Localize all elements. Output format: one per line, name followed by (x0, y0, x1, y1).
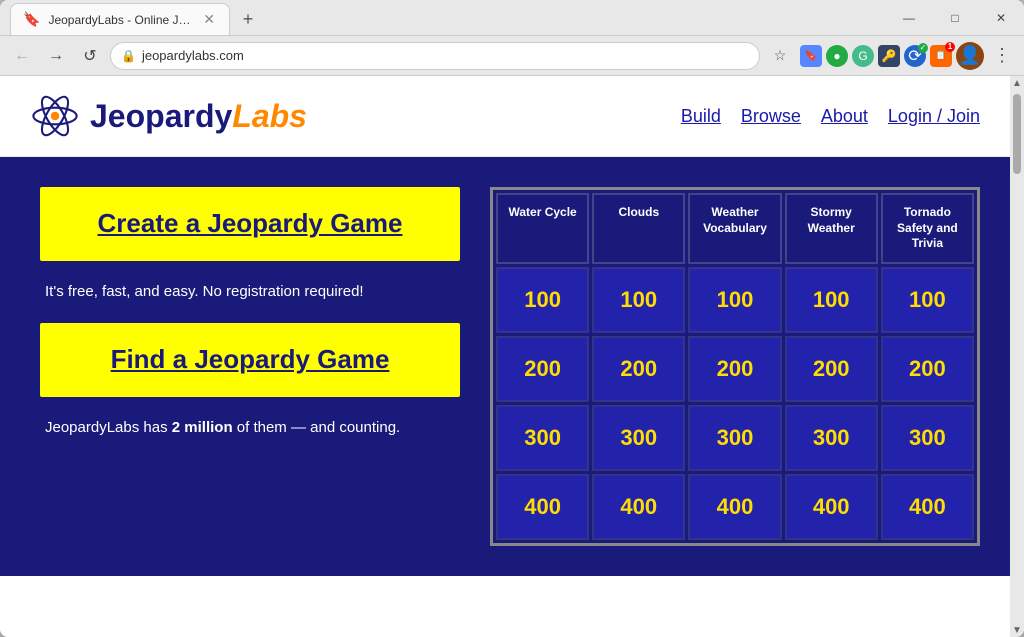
browser-window: 🔖 JeopardyLabs - Online Jeopardy ✕ + — □… (0, 0, 1024, 637)
board-category: Clouds (592, 193, 685, 264)
website: JeopardyLabs Build Browse About Login / … (0, 76, 1010, 637)
board-category: Stormy Weather (785, 193, 878, 264)
board-cell[interactable]: 300 (688, 405, 781, 471)
board-cell[interactable]: 300 (785, 405, 878, 471)
close-button[interactable]: ✕ (978, 0, 1024, 35)
lock-icon: 🔒 (121, 49, 136, 63)
logo-jeopardy: Jeopardy (90, 98, 232, 134)
find-game-desc: JeopardyLabs has 2 million of them — and… (40, 417, 460, 440)
nav-login[interactable]: Login / Join (888, 106, 980, 127)
find-game-label: Find a Jeopardy Game (111, 344, 390, 374)
ext-icon-4[interactable]: 🔑 (878, 45, 900, 67)
board-cell[interactable]: 400 (785, 474, 878, 540)
board-cell[interactable]: 200 (688, 336, 781, 402)
board-row: 400400400400400 (496, 474, 974, 540)
scrollbar-track[interactable]: ▲ ▼ (1010, 76, 1024, 637)
site-header: JeopardyLabs Build Browse About Login / … (0, 76, 1010, 157)
tab-close-icon[interactable]: ✕ (201, 9, 217, 30)
nav-about[interactable]: About (821, 106, 868, 127)
board-cell[interactable]: 300 (496, 405, 589, 471)
board-row: 300300300300300 (496, 405, 974, 471)
logo-area: JeopardyLabs (30, 91, 681, 141)
tabs-bar: 🔖 JeopardyLabs - Online Jeopardy ✕ + (0, 0, 1024, 35)
create-game-button[interactable]: Create a Jeopardy Game (40, 187, 460, 261)
board-cell[interactable]: 100 (688, 267, 781, 333)
nav-build[interactable]: Build (681, 106, 721, 127)
board-category: Weather Vocabulary (688, 193, 781, 264)
board-cell[interactable]: 100 (881, 267, 974, 333)
user-avatar[interactable]: 👤 (956, 42, 984, 70)
tab-label: JeopardyLabs - Online Jeopardy (48, 13, 193, 27)
board-category: Tornado Safety and Trivia (881, 193, 974, 264)
address-bar: ← → ↺ 🔒 jeopardylabs.com ☆ 🔖 ● G 🔑 ⟳ ✓ 📋… (0, 36, 1024, 76)
new-tab-button[interactable]: + (234, 5, 262, 33)
logo-text: JeopardyLabs (90, 98, 307, 135)
board-cell[interactable]: 100 (785, 267, 878, 333)
reload-button[interactable]: ↺ (76, 42, 104, 70)
board-cell[interactable]: 300 (592, 405, 685, 471)
find-game-button[interactable]: Find a Jeopardy Game (40, 323, 460, 397)
board-cell[interactable]: 400 (881, 474, 974, 540)
board-cell[interactable]: 200 (496, 336, 589, 402)
url-bar[interactable]: 🔒 jeopardylabs.com (110, 42, 760, 70)
scrollbar-down-arrow[interactable]: ▼ (1012, 623, 1022, 637)
board-category: Water Cycle (496, 193, 589, 264)
board-cell[interactable]: 400 (688, 474, 781, 540)
forward-button[interactable]: → (42, 42, 70, 70)
active-tab[interactable]: 🔖 JeopardyLabs - Online Jeopardy ✕ (10, 3, 230, 35)
ext-icon-3[interactable]: G (852, 45, 874, 67)
create-game-desc: It's free, fast, and easy. No registrati… (40, 281, 460, 304)
logo-icon (30, 91, 80, 141)
nav-browse[interactable]: Browse (741, 106, 801, 127)
board-cell[interactable]: 200 (881, 336, 974, 402)
board-cell[interactable]: 300 (881, 405, 974, 471)
maximize-button[interactable]: □ (932, 0, 978, 35)
board-row: 100100100100100 (496, 267, 974, 333)
window-controls: — □ ✕ (886, 0, 1024, 35)
board-row: 200200200200200 (496, 336, 974, 402)
board-cell[interactable]: 200 (785, 336, 878, 402)
back-button[interactable]: ← (8, 42, 36, 70)
board-cell[interactable]: 100 (592, 267, 685, 333)
scrollbar-thumb[interactable] (1013, 94, 1021, 174)
ext-icon-2[interactable]: ● (826, 45, 848, 67)
ext-icon-6[interactable]: 📋 1 (930, 45, 952, 67)
jeopardy-board: Water CycleCloudsWeather VocabularyStorm… (490, 187, 980, 546)
ext-icon-1[interactable]: 🔖 (800, 45, 822, 67)
content-wrapper: JeopardyLabs Build Browse About Login / … (0, 76, 1024, 637)
logo-labs: Labs (232, 98, 307, 134)
site-nav: Build Browse About Login / Join (681, 106, 980, 127)
menu-icon[interactable]: ⋮ (988, 42, 1016, 70)
minimize-button[interactable]: — (886, 0, 932, 35)
hero-section: Create a Jeopardy Game It's free, fast, … (0, 157, 1010, 576)
board-cell[interactable]: 100 (496, 267, 589, 333)
board-categories: Water CycleCloudsWeather VocabularyStorm… (493, 190, 977, 267)
board-cell[interactable]: 400 (592, 474, 685, 540)
star-icon[interactable]: ☆ (766, 42, 794, 70)
board-rows: 1001001001001002002002002002003003003003… (493, 267, 977, 543)
create-game-label: Create a Jeopardy Game (98, 208, 403, 238)
tab-favicon: 🔖 (23, 11, 40, 28)
board-cell[interactable]: 400 (496, 474, 589, 540)
url-text: jeopardylabs.com (142, 48, 749, 63)
scrollbar-up-arrow[interactable]: ▲ (1012, 76, 1022, 90)
hero-left: Create a Jeopardy Game It's free, fast, … (40, 187, 460, 546)
title-bar: 🔖 JeopardyLabs - Online Jeopardy ✕ + — □… (0, 0, 1024, 36)
board-cell[interactable]: 200 (592, 336, 685, 402)
ext-icon-5[interactable]: ⟳ ✓ (904, 45, 926, 67)
extension-icons: 🔖 ● G 🔑 ⟳ ✓ 📋 1 👤 ⋮ (800, 42, 1016, 70)
